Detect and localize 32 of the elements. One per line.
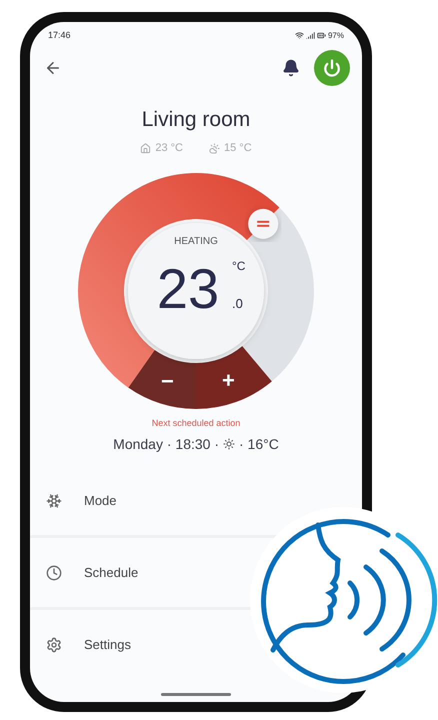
back-icon[interactable]	[44, 59, 62, 77]
power-icon	[323, 59, 341, 77]
snowflake-icon	[46, 492, 62, 508]
temperature-value: 23	[156, 257, 220, 320]
cloud-sun-icon	[209, 142, 220, 154]
status-time: 17:46	[48, 30, 71, 40]
battery-icon	[316, 30, 326, 40]
clock-icon	[46, 564, 62, 580]
room-title: Living room	[140, 108, 252, 132]
next-action-time: Monday · 18:30 ·	[113, 436, 219, 452]
sun-icon	[223, 438, 235, 450]
decrease-button[interactable]: −	[128, 350, 196, 409]
mode-label: HEATING	[174, 236, 218, 247]
indoor-temperature: 23 °C	[155, 142, 183, 154]
signal-icon	[306, 30, 315, 40]
wifi-icon	[294, 30, 304, 40]
settings-icon	[46, 636, 62, 652]
next-action-label: Next scheduled action	[152, 418, 240, 428]
menu-item[interactable]: Settings	[84, 637, 131, 652]
power-button[interactable]	[314, 50, 350, 86]
menu-item[interactable]: Schedule	[84, 565, 138, 580]
next-action-target: · 16°C	[239, 436, 279, 452]
increase-button[interactable]: +	[196, 346, 272, 409]
dial-handle[interactable]	[248, 208, 278, 239]
outdoor-temperature: 15 °C	[224, 142, 252, 154]
home-indicator	[161, 693, 231, 696]
temperature-decimal: .0	[232, 296, 243, 311]
menu-item[interactable]: Mode	[84, 493, 117, 508]
bell-icon[interactable]	[282, 59, 300, 77]
battery-level: 97%	[328, 30, 344, 40]
temperature-unit: °C	[232, 259, 246, 273]
home-icon	[140, 142, 152, 154]
